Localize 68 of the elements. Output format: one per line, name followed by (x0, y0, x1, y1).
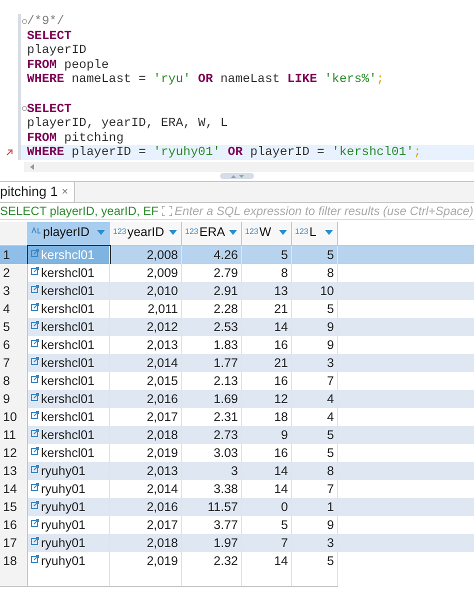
row-number: 8 (0, 372, 28, 390)
dropdown-arrow-icon[interactable] (97, 230, 105, 235)
row-number: 14 (0, 480, 28, 498)
row-number: 10 (0, 408, 28, 426)
link-icon[interactable] (31, 518, 39, 527)
table-cell: 2,019 (110, 552, 182, 570)
link-icon[interactable] (31, 536, 39, 545)
text-type-icon (31, 226, 42, 234)
row-number: 2 (0, 264, 28, 282)
code-line: SELECT (27, 28, 72, 44)
dropdown-arrow-icon[interactable] (325, 230, 333, 235)
fold-toggle-icon[interactable] (22, 18, 26, 24)
link-icon[interactable] (31, 374, 39, 383)
table-cell: 5 (292, 552, 338, 570)
dropdown-arrow-icon[interactable] (279, 230, 287, 235)
code-line: playerID (27, 43, 86, 58)
expand-icon[interactable] (162, 206, 172, 216)
horizontal-scrollbar[interactable] (24, 162, 474, 172)
scroll-left-icon[interactable] (30, 164, 34, 170)
filter-field[interactable]: Enter a SQL expression to filter results (use Ctrl+Space) (174, 202, 474, 220)
code-line: playerID, yearID, ERA, W, L (27, 116, 228, 131)
link-icon[interactable] (31, 500, 39, 509)
link-icon[interactable] (31, 284, 39, 293)
row-number: 17 (0, 534, 28, 552)
link-icon[interactable] (31, 446, 39, 455)
code-line: FROM pitching (27, 130, 124, 146)
row-number: 13 (0, 462, 28, 480)
dropdown-arrow-icon[interactable] (169, 230, 177, 235)
table-cell: ryuhy01 (28, 552, 110, 570)
panel-resize-handle[interactable] (220, 173, 254, 180)
row-number: 3 (0, 282, 28, 300)
link-icon[interactable] (31, 554, 39, 563)
link-icon[interactable] (31, 266, 39, 275)
row-number: 9 (0, 390, 28, 408)
fold-toggle-icon[interactable] (22, 106, 26, 112)
table-cell: 14 (242, 552, 292, 570)
row-number: 11 (0, 426, 28, 444)
code-line: /*9*/ (27, 14, 64, 29)
row-number: 4 (0, 300, 28, 318)
dropdown-arrow-icon[interactable] (229, 230, 237, 235)
table-cell: kershcl01 (28, 246, 110, 264)
row-number: 15 (0, 498, 28, 516)
row-number: 6 (0, 336, 28, 354)
row-number: 18 (0, 552, 28, 570)
close-icon[interactable]: × (62, 184, 68, 200)
code-line: SELECT (27, 102, 72, 116)
link-icon[interactable] (31, 392, 39, 401)
link-icon[interactable] (31, 482, 39, 491)
filter-query: SELECT playerID, yearID, EF (0, 202, 158, 220)
link-icon[interactable] (31, 464, 39, 473)
column-header[interactable]: playerID (28, 222, 110, 245)
link-icon[interactable] (31, 410, 39, 419)
link-icon[interactable] (31, 338, 39, 347)
row-number: 5 (0, 318, 28, 336)
table-cell: 2.32 (182, 552, 242, 570)
link-icon[interactable] (31, 320, 39, 329)
row-number: 16 (0, 516, 28, 534)
row-number: 12 (0, 444, 28, 462)
results-tab[interactable]: pitching 1 × (0, 182, 76, 202)
link-icon[interactable] (31, 428, 39, 437)
code-line: WHERE playerID = 'ryuhy01' OR playerID = 'kershcl01'; (27, 145, 422, 160)
link-icon[interactable] (31, 356, 39, 365)
row-number: 1 (0, 246, 28, 264)
code-line: WHERE nameLast = 'ryu' OR nameLast LIKE 'kers%'; (27, 72, 384, 87)
link-icon[interactable] (31, 302, 39, 311)
code-line: FROM people (27, 58, 109, 72)
row-number: 7 (0, 354, 28, 372)
link-icon[interactable] (31, 248, 39, 257)
